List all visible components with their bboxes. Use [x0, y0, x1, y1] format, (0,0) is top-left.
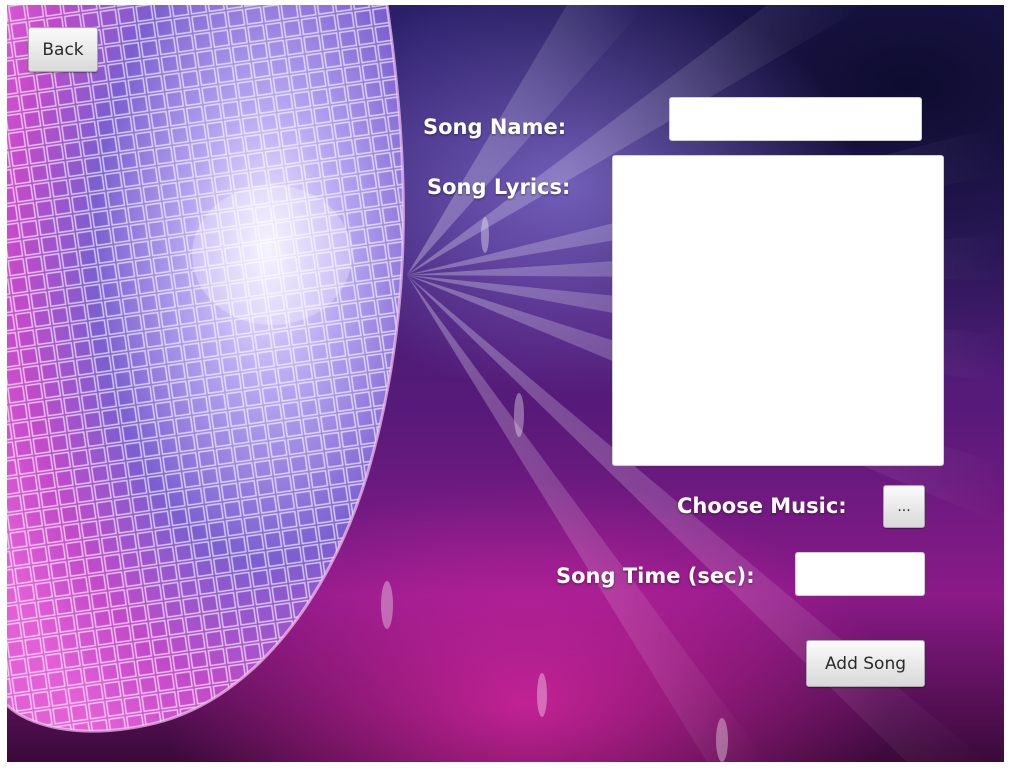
add-song-button[interactable]: Add Song [806, 640, 925, 687]
song-name-label: Song Name: [423, 115, 567, 139]
choose-music-label: Choose Music: [677, 494, 847, 518]
song-time-input[interactable] [795, 552, 925, 596]
app-window: Back Song Name: Song Lyrics: Choose Musi… [0, 0, 1011, 771]
song-lyrics-textarea[interactable] [612, 155, 944, 466]
song-name-input[interactable] [669, 97, 922, 141]
song-time-label: Song Time (sec): [556, 564, 755, 588]
back-button[interactable]: Back [28, 27, 98, 72]
browse-music-button[interactable]: ... [883, 485, 925, 528]
song-lyrics-label: Song Lyrics: [427, 175, 571, 199]
disco-background: Back Song Name: Song Lyrics: Choose Musi… [7, 5, 1004, 762]
